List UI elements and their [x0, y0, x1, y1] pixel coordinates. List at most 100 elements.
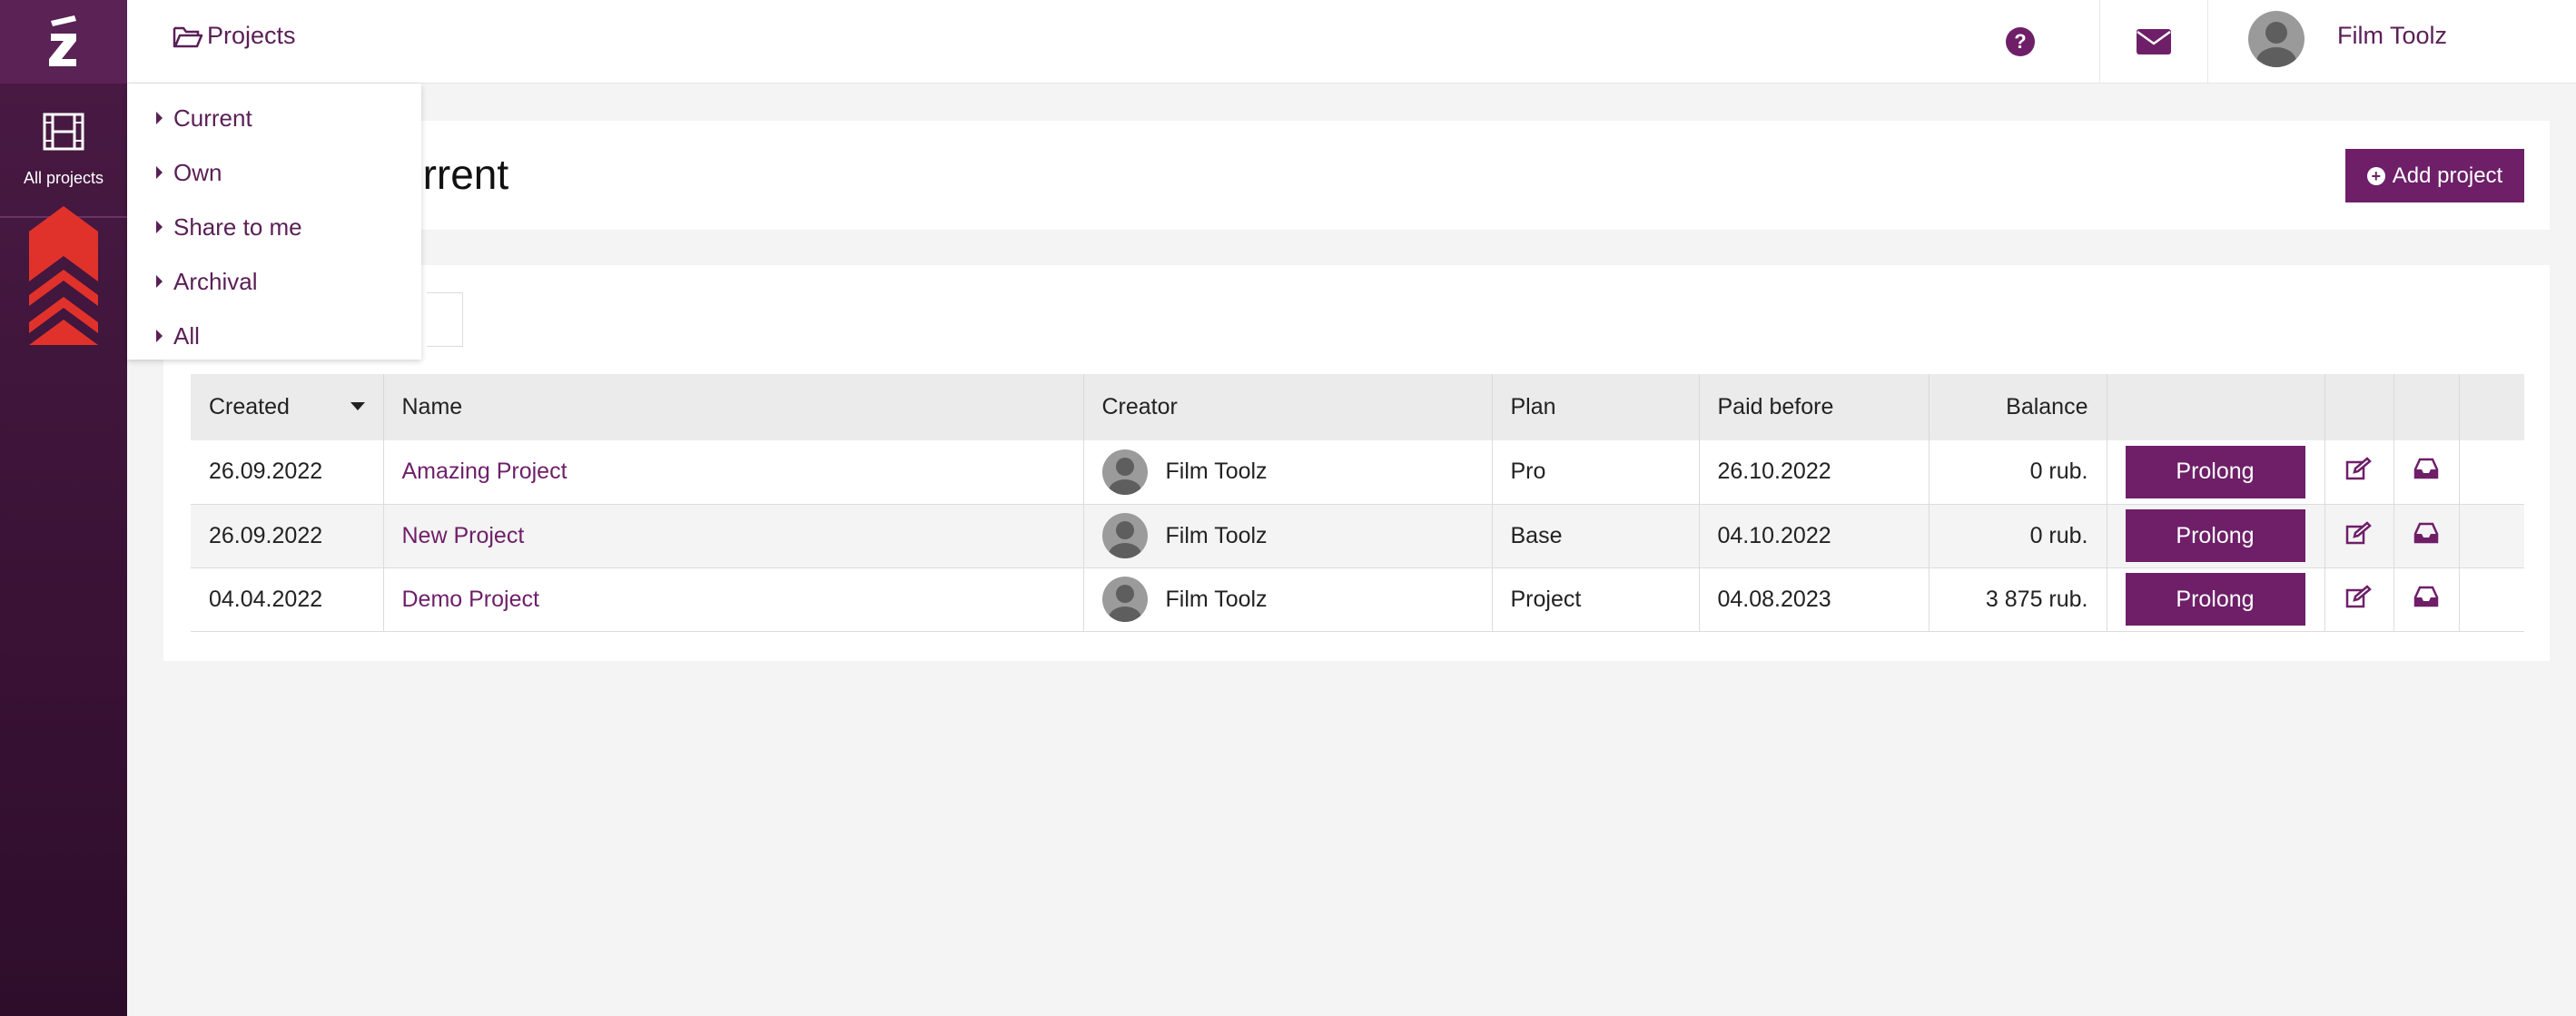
edit-icon	[2345, 457, 2372, 480]
edit-button[interactable]	[2324, 567, 2394, 632]
avatar	[1101, 449, 1148, 495]
sort-desc-icon	[350, 402, 365, 410]
cell-creator: Film Toolz	[1083, 440, 1493, 505]
col-creator[interactable]: Creator	[1083, 374, 1493, 440]
film-icon	[43, 113, 84, 150]
col-edit	[2324, 374, 2394, 440]
creator-name: Film Toolz	[1165, 459, 1268, 485]
title-panel: urrent + Add project	[163, 121, 2550, 230]
edit-icon	[2345, 520, 2372, 544]
edit-button[interactable]	[2324, 504, 2394, 568]
menu-item-label: Current	[173, 104, 252, 132]
prolong-button[interactable]: Prolong	[2125, 573, 2305, 626]
caret-right-icon	[156, 275, 163, 288]
cell-paid-before: 26.10.2022	[1699, 440, 1930, 505]
cell-plan: Project	[1492, 567, 1700, 632]
caret-right-icon	[156, 166, 163, 179]
cell-created: 04.04.2022	[191, 567, 384, 632]
cell-action: Prolong	[2107, 504, 2325, 568]
cell-plan: Pro	[1492, 440, 1700, 505]
edit-icon	[2345, 584, 2372, 607]
cell-name[interactable]: Amazing Project	[383, 440, 1084, 505]
creator-name: Film Toolz	[1165, 522, 1268, 548]
svg-text:?: ?	[2014, 30, 2026, 53]
user-name: Film Toolz	[2337, 22, 2448, 49]
col-archive	[2393, 374, 2460, 440]
menu-item-share-to-me[interactable]: Share to me	[127, 200, 421, 254]
inbox-icon	[2413, 586, 2439, 607]
cell-created: 26.09.2022	[191, 504, 384, 568]
archive-button[interactable]	[2393, 440, 2460, 505]
archive-button[interactable]	[2393, 504, 2460, 568]
help-button[interactable]: ?	[1970, 0, 2070, 84]
col-name[interactable]: Name	[383, 374, 1084, 440]
logo-icon	[49, 15, 76, 66]
cell-creator: Film Toolz	[1083, 567, 1493, 632]
project-link[interactable]: Amazing Project	[402, 459, 568, 484]
help-icon: ?	[2006, 27, 2035, 56]
col-plan[interactable]: Plan	[1492, 374, 1700, 440]
caret-right-icon	[156, 112, 163, 124]
avatar	[2248, 11, 2305, 67]
cell-name[interactable]: New Project	[383, 504, 1084, 568]
inbox-icon	[2413, 522, 2439, 543]
add-project-button[interactable]: + Add project	[2345, 149, 2524, 202]
avatar	[1101, 513, 1148, 558]
cell-action: Prolong	[2107, 440, 2325, 505]
sidebar-item-label: All projects	[23, 168, 104, 187]
menu-item-current[interactable]: Current	[127, 91, 421, 145]
cell-extra	[2459, 567, 2524, 632]
col-balance[interactable]: Balance	[1929, 374, 2107, 440]
col-extra	[2459, 374, 2524, 440]
table-header-row: Created Name Creator Plan Paid before Ba…	[191, 374, 2524, 440]
cell-paid-before: 04.08.2023	[1699, 567, 1930, 632]
inbox-icon	[2413, 459, 2439, 479]
cell-name[interactable]: Demo Project	[383, 567, 1084, 632]
breadcrumb[interactable]: Projects	[173, 22, 296, 50]
table-row[interactable]: 26.09.2022 Amazing Project Film Toolz Pr…	[191, 440, 2524, 505]
sidebar-item-all-projects[interactable]: All projects	[0, 84, 127, 218]
projects-panel: Created Name Creator Plan Paid before Ba…	[163, 265, 2550, 661]
table-row[interactable]: 26.09.2022 New Project Film Toolz Base 0…	[191, 504, 2524, 568]
menu-item-label: Share to me	[173, 212, 302, 241]
cell-paid-before: 04.10.2022	[1699, 504, 1930, 568]
avatar	[1101, 577, 1148, 622]
top-bar: Projects ? Film Toolz EN	[127, 0, 2576, 84]
projects-dropdown-menu: Current Own Share to me Archival All	[127, 84, 421, 360]
col-created[interactable]: Created	[191, 374, 384, 440]
edit-button[interactable]	[2324, 440, 2394, 505]
menu-item-all[interactable]: All	[127, 309, 421, 363]
creator-name: Film Toolz	[1165, 586, 1268, 612]
cell-action: Prolong	[2107, 567, 2325, 632]
prolong-button[interactable]: Prolong	[2125, 445, 2305, 498]
sidebar: All projects	[0, 0, 127, 1016]
rank-chevrons-icon[interactable]	[27, 204, 100, 345]
user-menu[interactable]: Film Toolz	[2208, 0, 2576, 84]
cell-created: 26.09.2022	[191, 440, 384, 505]
cell-plan: Base	[1492, 504, 1700, 568]
col-paid-before[interactable]: Paid before	[1699, 374, 1930, 440]
plus-circle-icon: +	[2366, 166, 2385, 185]
breadcrumb-label: Projects	[207, 22, 296, 49]
messages-button[interactable]	[2099, 0, 2208, 84]
project-link[interactable]: New Project	[402, 523, 525, 548]
archive-button[interactable]	[2393, 567, 2460, 632]
mail-icon	[2137, 29, 2171, 54]
cell-balance: 0 rub.	[1929, 440, 2107, 505]
project-link[interactable]: Demo Project	[402, 587, 539, 612]
app-logo[interactable]	[0, 0, 127, 84]
menu-item-label: All	[173, 321, 200, 350]
col-action	[2107, 374, 2325, 440]
cell-balance: 3 875 rub.	[1929, 567, 2107, 632]
caret-right-icon	[156, 221, 163, 233]
caret-right-icon	[156, 330, 163, 342]
table-row[interactable]: 04.04.2022 Demo Project Film Toolz Proje…	[191, 567, 2524, 632]
menu-item-label: Archival	[173, 267, 258, 295]
cell-extra	[2459, 440, 2524, 505]
menu-item-own[interactable]: Own	[127, 145, 421, 200]
add-project-label: Add project	[2392, 163, 2503, 188]
menu-item-archival[interactable]: Archival	[127, 254, 421, 309]
prolong-button[interactable]: Prolong	[2125, 509, 2305, 562]
search-input[interactable]	[427, 292, 463, 347]
projects-table: Created Name Creator Plan Paid before Ba…	[191, 374, 2524, 632]
